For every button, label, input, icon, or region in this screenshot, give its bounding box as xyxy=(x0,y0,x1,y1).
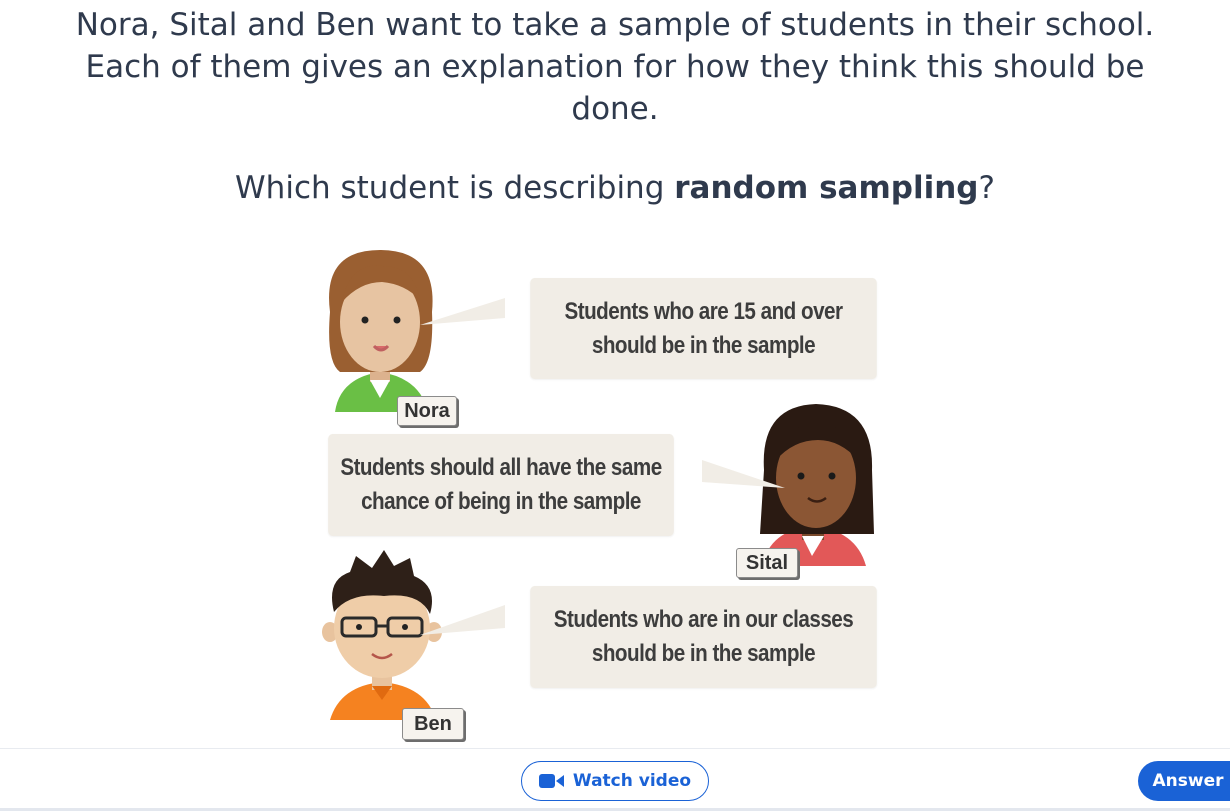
nora-name-label: Nora xyxy=(397,396,457,426)
ben-speech-bubble: Students who are in our classes should b… xyxy=(530,586,877,688)
ben-bubble-tail xyxy=(420,605,505,635)
ben-name-label: Ben xyxy=(402,708,464,740)
answer-button[interactable]: Answer xyxy=(1138,761,1230,801)
sital-name-label: Sital xyxy=(736,548,798,578)
ben-statement-line-1: Students who are in our classes xyxy=(553,606,854,633)
sital-speech-bubble: Students should all have the same chance… xyxy=(328,434,674,536)
nora-speech-bubble: Students who are 15 and over should be i… xyxy=(530,278,877,379)
nora-avatar xyxy=(329,250,433,412)
answer-label: Answer xyxy=(1152,771,1224,791)
bottom-action-bar: Watch video Answer xyxy=(0,748,1230,811)
ben-avatar xyxy=(322,550,442,720)
nora-statement-line-1: Students who are 15 and over xyxy=(564,297,843,325)
watch-video-button[interactable]: Watch video xyxy=(521,761,709,801)
watch-video-label: Watch video xyxy=(572,771,692,791)
video-camera-icon xyxy=(538,774,564,788)
illustration: Students who are 15 and over should be i… xyxy=(0,0,1230,750)
ben-statement-line-2: should be in the sample xyxy=(591,640,816,667)
sital-statement-line-1: Students should all have the same xyxy=(340,454,662,481)
sital-statement-line-2: chance of being in the sample xyxy=(361,488,641,515)
nora-bubble-tail xyxy=(420,298,505,325)
sital-avatar xyxy=(760,404,874,566)
nora-statement-line-2: should be in the sample xyxy=(591,331,816,359)
